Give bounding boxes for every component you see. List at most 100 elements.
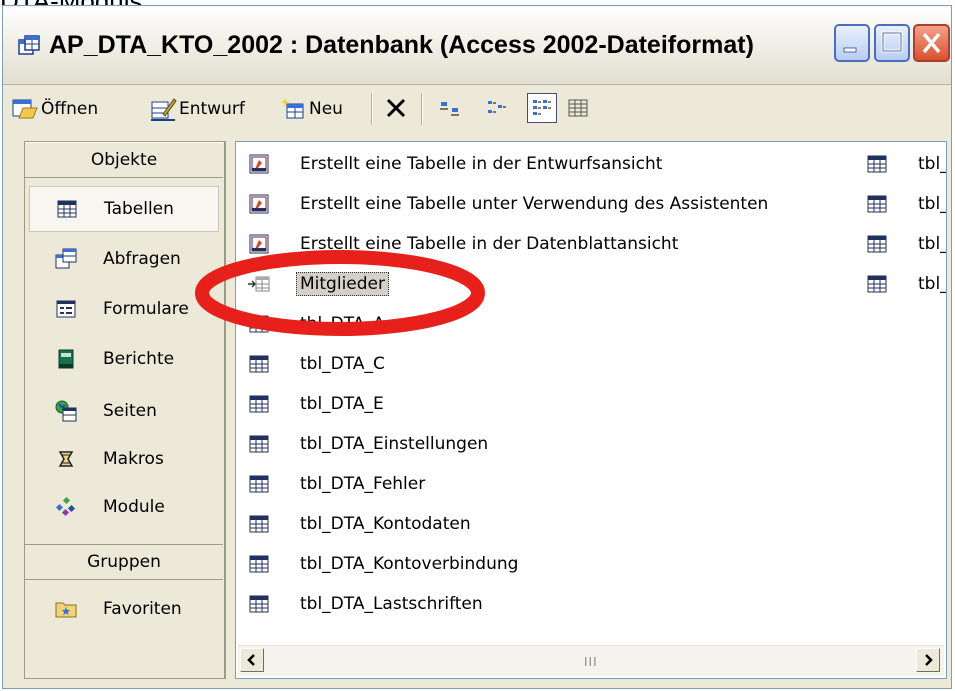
- window-title: AP_DTA_KTO_2002 : Datenbank (Access 2002…: [49, 31, 754, 59]
- favorites-icon: [55, 598, 77, 620]
- list-item[interactable]: tbl_DTA_Einstellungen: [248, 428, 488, 460]
- list-item-label: tbl_: [918, 154, 947, 174]
- arrow-left-icon: [247, 654, 255, 666]
- design-button[interactable]: Entwurf: [149, 93, 245, 125]
- page-icon: [55, 400, 77, 422]
- query-icon: [55, 248, 77, 270]
- design-label: Entwurf: [179, 99, 245, 119]
- table-icon: [248, 393, 270, 415]
- list-item-selected[interactable]: Mitglieder: [248, 268, 389, 300]
- list-item[interactable]: Erstellt eine Tabelle in der Entwurfsans…: [248, 148, 662, 180]
- shortcut-icon: [248, 193, 270, 215]
- list-item-label: Mitglieder: [296, 272, 389, 296]
- list-item-label: tbl_DTA_A: [300, 314, 385, 334]
- large-icons-button[interactable]: [435, 93, 465, 123]
- new-button[interactable]: Neu: [279, 93, 343, 125]
- close-icon: [922, 32, 941, 54]
- table-icon: [248, 433, 270, 455]
- list-item[interactable]: tbl_DTA_Kontoverbindung: [248, 548, 518, 580]
- sidebar-item-pages[interactable]: Seiten: [29, 388, 219, 434]
- form-icon: [55, 298, 77, 320]
- objects-header[interactable]: Objekte: [25, 142, 223, 178]
- list-item[interactable]: Erstellt eine Tabelle unter Verwendung d…: [248, 188, 768, 220]
- list-item[interactable]: tbl_DTA_A: [248, 308, 385, 340]
- list-item[interactable]: tbl_DTA_Kontodaten: [248, 508, 471, 540]
- table-icon: [248, 593, 270, 615]
- sidebar-item-forms[interactable]: Formulare: [29, 286, 219, 332]
- list-item[interactable]: tbl_: [866, 188, 947, 220]
- shortcut-icon: [248, 153, 270, 175]
- list-view-icon: [533, 100, 551, 115]
- sidebar-item-reports[interactable]: Berichte: [29, 336, 219, 382]
- table-icon: [866, 153, 888, 175]
- sidebar-item-label: Seiten: [103, 401, 157, 421]
- delete-button[interactable]: [381, 93, 411, 123]
- list-item-label: tbl_: [918, 274, 947, 294]
- small-icons-button[interactable]: [481, 93, 511, 123]
- table-icon: [866, 273, 888, 295]
- list-item[interactable]: tbl_DTA_E: [248, 388, 384, 420]
- new-icon: [280, 97, 304, 119]
- toolbar-separator: [371, 93, 373, 125]
- list-item-label: tbl_DTA_Lastschriften: [300, 594, 483, 614]
- design-icon: [151, 98, 177, 121]
- sidebar-item-tables[interactable]: Tabellen: [29, 186, 219, 232]
- list-item-label: tbl_DTA_Kontoverbindung: [300, 554, 519, 574]
- list-item-label: tbl_DTA_Kontodaten: [300, 514, 471, 534]
- scroll-thumb-grip[interactable]: III: [584, 655, 598, 669]
- list-item-label: tbl_: [918, 194, 947, 214]
- sidebar-item-modules[interactable]: Module: [29, 484, 219, 530]
- table-icon: [248, 353, 270, 375]
- list-item[interactable]: Erstellt eine Tabelle in der Datenblatta…: [248, 228, 678, 260]
- table-icon: [248, 473, 270, 495]
- sidebar-item-macros[interactable]: Makros: [29, 436, 219, 482]
- list-item[interactable]: tbl_: [866, 148, 947, 180]
- table-icon: [866, 193, 888, 215]
- linked-table-icon: [248, 273, 270, 295]
- title-bar[interactable]: AP_DTA_KTO_2002 : Datenbank (Access 2002…: [3, 6, 951, 85]
- minimize-button[interactable]: [834, 24, 870, 62]
- horizontal-scrollbar[interactable]: III: [238, 645, 944, 676]
- maximize-button[interactable]: [874, 24, 910, 62]
- minimize-icon: [843, 47, 857, 53]
- report-icon: [55, 348, 77, 370]
- maximize-icon: [881, 31, 903, 53]
- list-item[interactable]: tbl_DTA_Fehler: [248, 468, 425, 500]
- sidebar-item-label: Tabellen: [104, 199, 174, 219]
- database-window: AP_DTA_KTO_2002 : Datenbank (Access 2002…: [2, 5, 952, 689]
- list-view-button[interactable]: [527, 93, 557, 123]
- groups-header[interactable]: Gruppen: [25, 544, 223, 580]
- sidebar-item-label: Module: [103, 497, 165, 517]
- sidebar-item-label: Favoriten: [103, 599, 182, 619]
- object-list: Erstellt eine Tabelle in der Entwurfsans…: [235, 141, 947, 679]
- arrow-right-icon: [925, 654, 933, 666]
- details-view-button[interactable]: [563, 93, 593, 123]
- open-icon: [12, 99, 38, 119]
- close-button[interactable]: [913, 24, 950, 62]
- list-item-label: tbl_DTA_C: [300, 354, 385, 374]
- list-item-label: tbl_DTA_Fehler: [300, 474, 426, 494]
- open-button[interactable]: Öffnen: [11, 93, 98, 125]
- toolbar: Öffnen Entwurf Neu: [3, 85, 951, 133]
- scroll-right-button[interactable]: [916, 648, 940, 672]
- new-label: Neu: [309, 99, 343, 119]
- large-icons-icon: [440, 102, 459, 116]
- delete-icon: [386, 98, 406, 118]
- table-icon: [56, 198, 78, 220]
- list-item[interactable]: tbl_DTA_Lastschriften: [248, 588, 483, 620]
- sidebar-item-queries[interactable]: Abfragen: [29, 236, 219, 282]
- list-item-label: tbl_: [918, 234, 947, 254]
- small-icons-icon: [488, 101, 506, 113]
- macro-icon: [55, 448, 77, 470]
- list-item[interactable]: tbl_: [866, 228, 947, 260]
- list-item-label: tbl_DTA_E: [300, 394, 384, 414]
- list-item[interactable]: tbl_: [866, 268, 947, 300]
- scroll-left-button[interactable]: [240, 648, 264, 672]
- list-item-label: Erstellt eine Tabelle unter Verwendung d…: [300, 194, 769, 214]
- toolbar-separator: [421, 93, 423, 125]
- shortcut-icon: [248, 233, 270, 255]
- sidebar-item-label: Berichte: [103, 349, 175, 369]
- sidebar-item-favorites[interactable]: Favoriten: [29, 586, 219, 632]
- list-item[interactable]: tbl_DTA_C: [248, 348, 385, 380]
- object-bar: Objekte Tabellen Abfragen Formulare Beri…: [24, 141, 226, 679]
